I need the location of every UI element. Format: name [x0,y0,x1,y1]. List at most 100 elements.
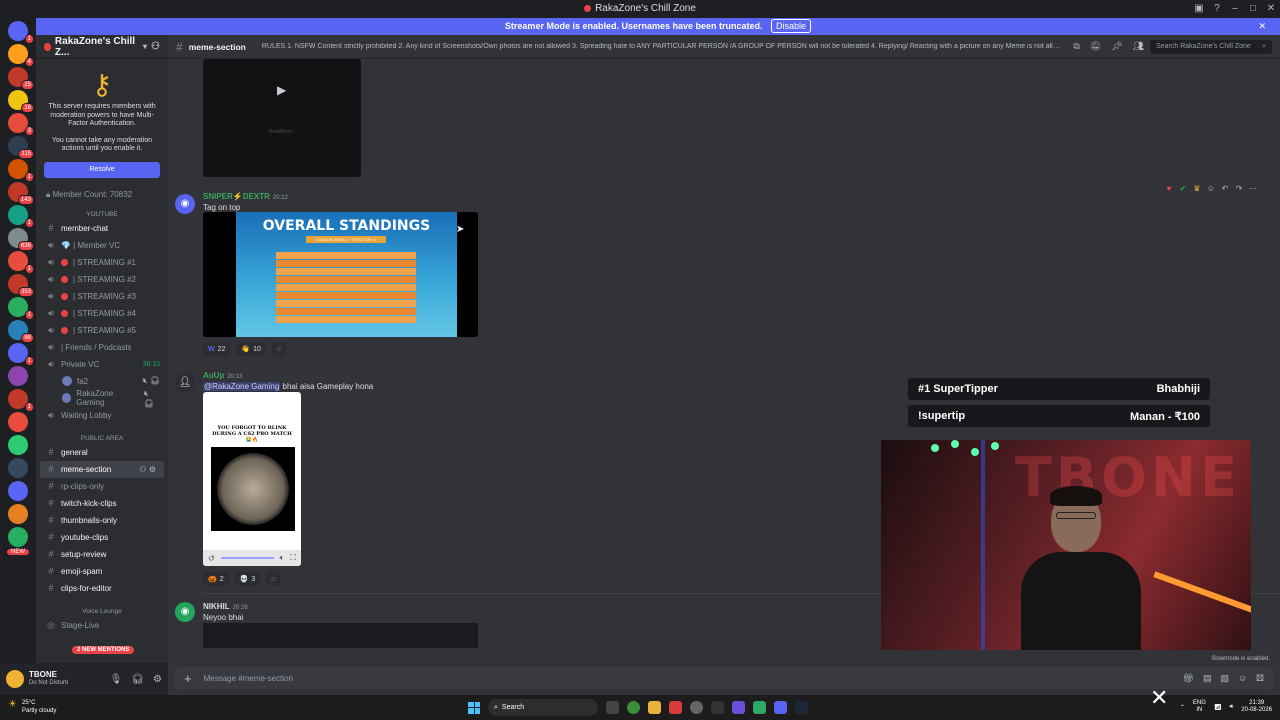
language-indicator[interactable]: ENG IN [1193,700,1206,714]
meme-video[interactable]: YOU FORGOT TO BLINK DURING A CS2 PRO MAT… [203,392,301,566]
discord-icon[interactable] [774,701,787,714]
replay-icon[interactable]: ↺ [208,554,215,563]
more-icon[interactable]: ⋯ [1248,184,1258,194]
server-icon[interactable]: 143 [8,182,34,205]
close-window-button[interactable]: ✕ [1262,0,1280,18]
server-icon[interactable]: 1 [8,159,34,182]
server-icon[interactable]: 88 [8,320,34,343]
disable-streamer-mode-button[interactable]: Disable [771,19,812,33]
apps-icon[interactable]: ⚄ [1256,673,1264,684]
channel-thumbnails-only[interactable]: # thumbnails-only [36,512,168,529]
channel-settings-icons[interactable]: ⚇ ⚙ [139,465,156,474]
channel-item[interactable]: 🔊︎ Waiting Lobby [36,407,168,424]
app-icon[interactable] [690,701,703,714]
message-author[interactable]: NIKHIL [203,602,230,611]
channel-rp-clips-only[interactable]: # rp-clips-only [36,478,168,495]
image-attachment[interactable] [203,623,478,648]
channel-item[interactable]: fa2 🔇︎ 🎧︎ [36,373,168,390]
channel-topic[interactable]: RULES 1. NSFW Content strictly prohibite… [262,43,1061,50]
inbox-icon[interactable]: ▣ [1190,0,1208,18]
server-icon[interactable]: 1 [8,343,34,366]
server-icon[interactable] [8,481,28,501]
emoji-icon[interactable]: ☺ [1238,673,1247,684]
channel-item[interactable]: 🔊︎ | STREAMING #1 [36,254,168,271]
server-icon[interactable] [8,366,28,386]
avatar[interactable]: ◉ [175,194,195,214]
server-icon[interactable] [8,458,28,478]
play-icon[interactable]: ▶ [277,83,286,97]
reaction[interactable]: 👋 10 [236,342,266,356]
channel-item[interactable]: RakaZone Gaming 🔇︎ 🎧︎ [36,389,168,408]
server-icon[interactable] [8,527,28,547]
server-icon[interactable] [8,435,28,455]
headphones-icon[interactable]: 🎧︎ [131,674,144,685]
task-view-icon[interactable] [606,701,619,714]
channel-item[interactable]: 🔊︎ 💎 | Member VC [36,237,168,254]
weather-widget[interactable]: ☀ 25°C Partly cloudy [8,699,56,715]
resolve-button[interactable]: Resolve [44,161,160,178]
sticker-icon[interactable]: ▧ [1220,673,1229,684]
channel-item[interactable]: 🔊︎ | STREAMING #4 [36,305,168,322]
server-icon[interactable]: 1 [8,205,34,228]
maximize-button[interactable]: □ [1244,0,1262,18]
volume-icon[interactable]: 🔈︎ [280,553,285,563]
app-icon[interactable] [732,701,745,714]
server-icon[interactable]: 636 [8,228,34,251]
category-youtube[interactable]: YOUTUBE [36,200,168,220]
category-public-area[interactable]: PUBLIC AREA [36,424,168,444]
wifi-icon[interactable]: 📶︎ [1214,704,1222,711]
channel-item[interactable]: 🔊︎ | STREAMING #5 [36,322,168,339]
server-icon[interactable] [8,504,28,524]
volume-icon[interactable]: 🔊︎ [1230,704,1234,711]
category-voice-lounge[interactable]: Voice Lounge [36,597,168,617]
add-reaction-icon[interactable]: ☺ [266,572,281,586]
app-icon[interactable] [753,701,766,714]
channel-emoji-spam[interactable]: # emoji-spam [36,563,168,580]
file-explorer-icon[interactable] [648,701,661,714]
server-icon[interactable]: 115 [8,136,34,159]
server-icon[interactable]: 1 [8,21,34,44]
reaction[interactable]: 💀 3 [234,572,261,586]
channel-stage-live[interactable]: ◎ Stage-Live [36,617,168,634]
channel-clips-for-editor[interactable]: # clips-for-editor [36,580,168,597]
help-icon[interactable]: ? [1208,0,1226,18]
server-icon[interactable]: 3 [8,113,34,136]
microphone-icon[interactable]: 🎙︎ [110,674,123,685]
taskbar-search[interactable]: ⌕ Search [488,699,598,716]
app-icon[interactable] [669,701,682,714]
fullscreen-icon[interactable]: ⛶ [290,553,296,563]
channel-item[interactable]: 🔊︎ | STREAMING #2 [36,271,168,288]
channel-general[interactable]: # general [36,444,168,461]
message-input[interactable]: + Message #meme-section 🎁︎ ▤ ▧ ☺ ⚄ [174,667,1274,689]
new-mentions-badge[interactable]: 2 NEW MENTIONS [72,646,135,654]
crown-icon[interactable]: ♛ [1192,184,1202,194]
server-icon[interactable]: 16 [8,90,34,113]
user-avatar[interactable] [6,670,24,688]
minimize-button[interactable]: – [1226,0,1244,18]
server-icon[interactable]: 353 [8,274,34,297]
chrome-icon[interactable] [627,701,640,714]
channel-meme-section[interactable]: # meme-section ⚇ ⚙ [40,460,164,478]
add-reaction-icon[interactable]: ☺ [1206,184,1216,194]
standings-image[interactable]: OVERALL STANDINGS LEAGUE WEEK 2 · POST D… [203,212,478,337]
mute-icon[interactable]: 🔕︎ [1090,41,1101,52]
search-input[interactable]: Search RakaZone's Chill Zone ⌕ [1150,39,1272,54]
app-icon[interactable] [711,701,724,714]
video-attachment[interactable]: ▶ Bemfttloos [203,59,361,177]
message-author[interactable]: SNIPER⚡DEXTR [203,192,270,201]
channel-youtube-clips[interactable]: # youtube-clips [36,529,168,546]
message-author[interactable]: AuUp [203,371,224,380]
reaction[interactable]: 🎃 2 [203,572,229,586]
channel-twitch-kick-clips[interactable]: # twitch-kick-clips [36,495,168,512]
avatar[interactable]: ◉ [175,602,195,622]
gif-icon[interactable]: ▤ [1203,673,1212,684]
server-icon[interactable] [8,412,28,432]
server-icon[interactable]: 4 [8,44,34,67]
member-list-icon[interactable]: 👥︎ [1133,41,1144,52]
server-header[interactable]: RakaZone's Chill Z... ▾ ⚇ [36,35,168,59]
channel-item[interactable]: 🔊︎ | STREAMING #3 [36,288,168,305]
chevron-up-icon[interactable]: ⌃ [1180,704,1185,711]
add-user-icon[interactable]: ⚇ [151,41,160,52]
progress-bar[interactable] [220,557,274,559]
forward-icon[interactable]: ↷ [1234,184,1244,194]
